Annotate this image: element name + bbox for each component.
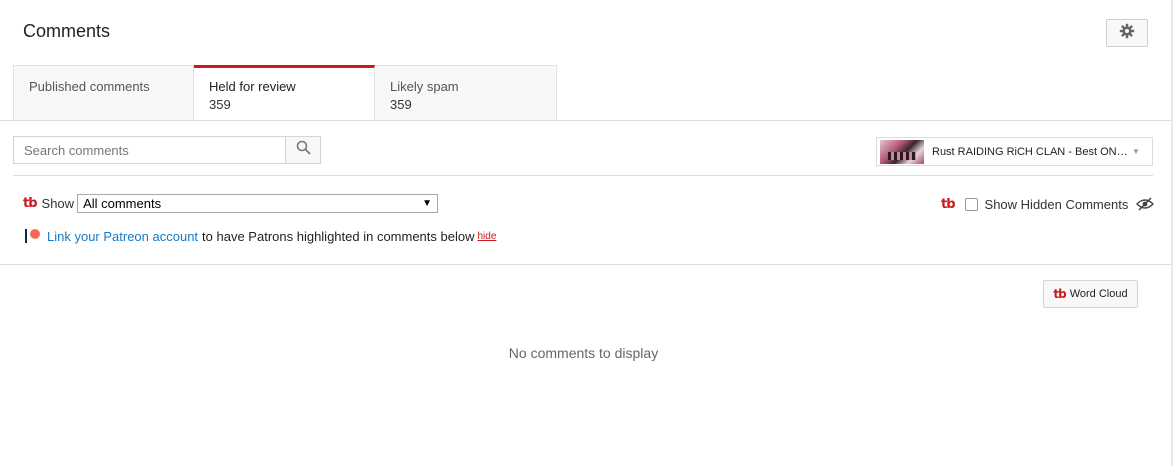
video-selector[interactable]: Rust RAIDING RiCH CLAN - Best ONLI... ▼ [876,137,1153,166]
search-icon [296,140,311,160]
word-cloud-label: Word Cloud [1069,288,1128,300]
search-input[interactable] [13,136,285,164]
patreon-description: to have Patrons highlighted in comments … [202,228,475,244]
show-hidden-comments-checkbox[interactable] [964,197,978,211]
tubebuddy-icon: tb [23,195,37,211]
eye-slash-icon [1136,197,1155,211]
empty-state-message: No comments to display [508,345,659,361]
comment-filter-select[interactable]: All comments ▼ [77,193,439,213]
patreon-icon [25,228,41,244]
tab-held-for-review[interactable]: Held for review 359 [194,65,375,121]
toolbar-divider [13,175,1153,176]
tab-count: 359 [390,97,412,112]
tab-likely-spam[interactable]: Likely spam 359 [375,65,557,121]
tab-count: 359 [209,97,231,112]
tubebuddy-icon: tb [1053,287,1066,301]
filter-selected-value: All comments [83,195,162,211]
page-title: Comments [23,21,111,41]
patreon-row: Link your Patreon account to have Patron… [25,226,496,246]
filter-row: tb Show All comments ▼ [23,193,439,213]
show-label: Show [41,195,75,211]
section-divider [0,264,1171,265]
show-hidden-comments-row: tb Show Hidden Comments [941,195,1155,213]
show-hidden-comments-label[interactable]: Show Hidden Comments [985,197,1129,212]
link-patreon-account-link[interactable]: Link your Patreon account [47,229,198,244]
word-cloud-button[interactable]: tb Word Cloud [1043,280,1138,308]
tab-label: Held for review [209,79,296,94]
tabs-divider [0,120,1171,121]
gear-icon [1119,23,1135,44]
hide-link[interactable]: hide [477,231,496,242]
tab-label: Likely spam [390,79,459,94]
video-title: Rust RAIDING RiCH CLAN - Best ONLI... [932,145,1128,158]
tab-label: Published comments [29,79,150,94]
tab-published-comments[interactable]: Published comments [13,65,194,121]
chevron-down-icon: ▼ [1132,147,1140,156]
tubebuddy-icon: tb [941,196,955,212]
video-thumbnail [880,139,924,164]
search-button[interactable] [285,136,321,164]
search-bar [13,136,321,164]
settings-button[interactable] [1106,19,1148,47]
comment-tabs: Published comments Held for review 359 L… [13,65,557,121]
dropdown-arrow-icon: ▼ [422,197,433,209]
